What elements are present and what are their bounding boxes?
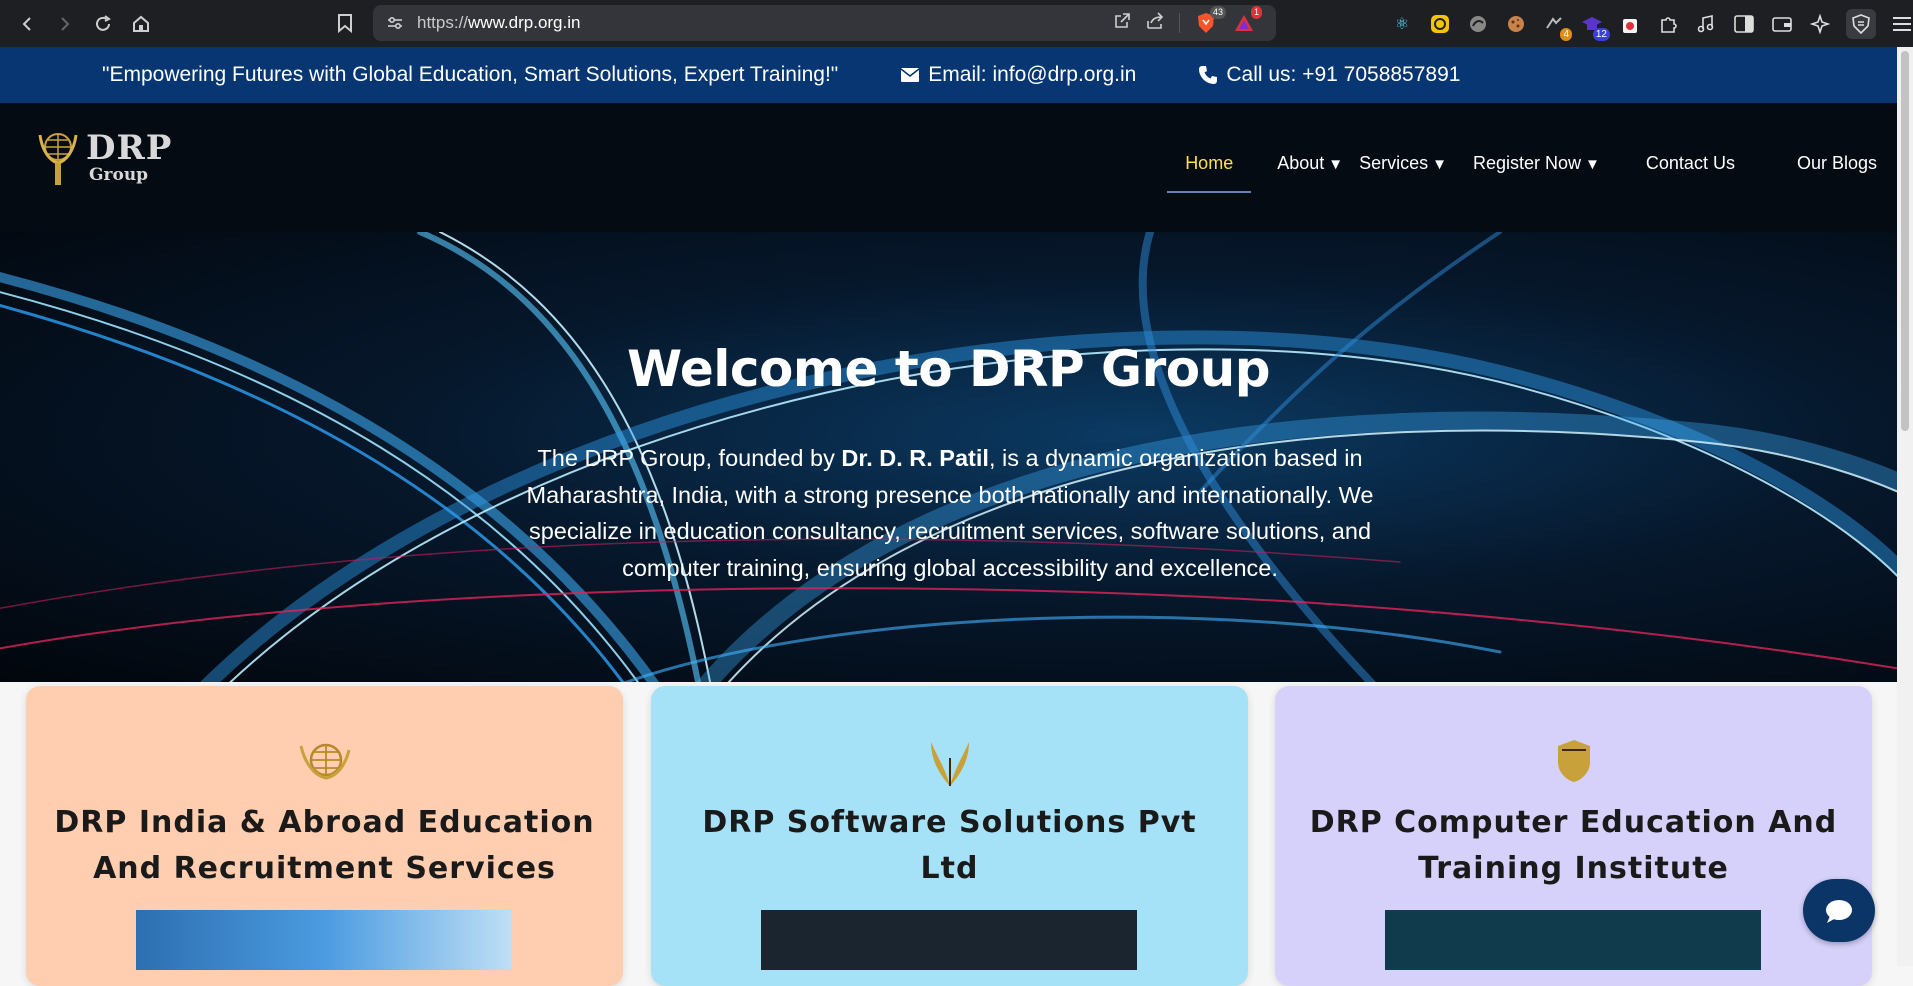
card-image <box>1385 910 1761 970</box>
main-nav: Home About ▼ Services ▼ Register Now ▼ Cont… <box>1167 143 1877 193</box>
nav-register[interactable]: Register Now ▼ <box>1455 143 1608 184</box>
scrollbar-thumb[interactable] <box>1901 51 1909 431</box>
nav-contact[interactable]: Contact Us <box>1608 143 1755 184</box>
open-external-icon[interactable] <box>1113 12 1131 34</box>
reload-icon[interactable] <box>84 5 122 43</box>
founder-name: Dr. D. R. Patil <box>841 445 989 471</box>
card-image <box>761 910 1137 970</box>
caret-down-icon: ▼ <box>1432 156 1447 173</box>
card-title: DRP Software Solutions Pvt Ltd <box>702 805 1197 886</box>
shields-count: 43 <box>1209 6 1226 19</box>
card-software[interactable]: DRP Software Solutions Pvt Ltd <box>651 686 1248 986</box>
contact-strip: "Empowering Futures with Global Educatio… <box>0 47 1897 103</box>
forward-icon[interactable] <box>46 5 84 43</box>
card-computer-training[interactable]: DRP Computer Education And Training Inst… <box>1275 686 1872 986</box>
logo-line1: DRP <box>86 127 173 168</box>
caret-down-icon: ▼ <box>1585 156 1600 173</box>
graduation-icon[interactable]: 12 <box>1580 12 1610 41</box>
hero-desc-intro: The DRP Group, founded by <box>537 445 842 471</box>
url-domain: www.drp.org.in <box>468 13 581 32</box>
site-settings-icon[interactable] <box>373 15 417 31</box>
url-actions: 43 1 <box>1113 5 1262 41</box>
phone-link[interactable]: Call us: +91 7058857891 <box>1198 63 1460 87</box>
extensions-row: ⚛ 4 12 <box>1390 0 1913 47</box>
nav-home[interactable]: Home <box>1167 143 1252 193</box>
wallet-icon[interactable] <box>1770 12 1794 36</box>
logo-text: DRP Group <box>86 131 172 184</box>
email-text: Email: info@drp.org.in <box>928 63 1137 86</box>
nav-register-label: Register Now <box>1473 153 1582 173</box>
page-scrollbar[interactable] <box>1897 47 1913 966</box>
logo[interactable]: DRP Group <box>36 125 172 189</box>
phone-icon <box>1199 66 1218 84</box>
card-title: DRP India & Abroad Education And Recruit… <box>54 805 595 886</box>
envelope-icon <box>900 68 920 82</box>
divider <box>1179 13 1180 33</box>
music-icon[interactable] <box>1694 12 1718 36</box>
address-bar[interactable]: https://www.drp.org.in 43 1 <box>373 5 1276 41</box>
card-image <box>136 910 512 970</box>
nav-services[interactable]: Services ▼ <box>1351 143 1455 184</box>
nav-about[interactable]: About ▼ <box>1257 143 1351 184</box>
nav-blogs-label: Our Blogs <box>1796 153 1877 173</box>
brave-shields-icon[interactable]: 43 <box>1194 6 1226 35</box>
wings-emblem-icon <box>651 738 1248 790</box>
tagline: "Empowering Futures with Global Educatio… <box>102 63 839 86</box>
shield-emblem-icon <box>1275 738 1872 784</box>
nav-home-label: Home <box>1185 153 1234 173</box>
logo-line2: Group <box>89 164 149 185</box>
services-cards-grid: DRP India & Abroad Education And Recruit… <box>26 686 1872 986</box>
site-header: DRP Group Home About ▼ Services ▼ Register… <box>0 103 1897 232</box>
hero-title: Welcome to DRP Group <box>627 340 1270 398</box>
chat-button[interactable] <box>1803 879 1875 942</box>
react-icon[interactable]: ⚛ <box>1390 12 1414 36</box>
back-icon[interactable] <box>8 5 46 43</box>
menu-icon[interactable] <box>1890 12 1913 36</box>
card-title: DRP Computer Education And Training Inst… <box>1309 805 1838 886</box>
puzzle-icon[interactable] <box>1656 12 1680 36</box>
card-education[interactable]: DRP India & Abroad Education And Recruit… <box>26 686 623 986</box>
url-scheme: https:// <box>417 13 469 32</box>
vpn-icon[interactable] <box>1846 8 1876 39</box>
hero-banner: Welcome to DRP Group The DRP Group, foun… <box>0 232 1897 682</box>
cookie-icon[interactable] <box>1504 12 1528 36</box>
email-link[interactable]: Email: info@drp.org.in <box>900 63 1136 87</box>
brave-rewards-icon[interactable]: 1 <box>1232 6 1262 35</box>
globe-emblem-icon <box>26 738 623 784</box>
blocker-icon[interactable] <box>1466 12 1490 36</box>
rewards-badge: 1 <box>1250 6 1262 19</box>
nav-contact-label: Contact Us <box>1645 153 1735 173</box>
chat-bubble-icon <box>1826 899 1852 923</box>
sidebar-icon[interactable] <box>1732 12 1756 36</box>
phone-text: Call us: +91 7058857891 <box>1226 63 1461 86</box>
url-text: https://www.drp.org.in <box>417 13 580 33</box>
home-icon[interactable] <box>122 5 160 43</box>
hero-description: The DRP Group, founded by Dr. D. R. Pati… <box>480 440 1420 586</box>
caret-down-icon: ▼ <box>1328 156 1344 173</box>
browser-toolbar: https://www.drp.org.in 43 1 ⚛ 4 12 <box>0 0 1913 47</box>
nav-about-label: About <box>1277 153 1325 173</box>
color-picker-icon[interactable] <box>1428 12 1452 36</box>
share-icon[interactable] <box>1145 12 1165 34</box>
drp-emblem-icon <box>38 133 78 185</box>
nav-services-label: Services <box>1359 153 1429 173</box>
nav-blogs[interactable]: Our Blogs <box>1755 143 1877 184</box>
extension-icon[interactable]: 4 <box>1542 12 1572 41</box>
popcorn-icon[interactable] <box>1618 12 1642 36</box>
extension-count: 4 <box>1560 27 1572 41</box>
bookmark-icon[interactable] <box>330 8 360 38</box>
leo-ai-icon[interactable] <box>1808 12 1832 36</box>
graduation-count: 12 <box>1592 27 1610 41</box>
